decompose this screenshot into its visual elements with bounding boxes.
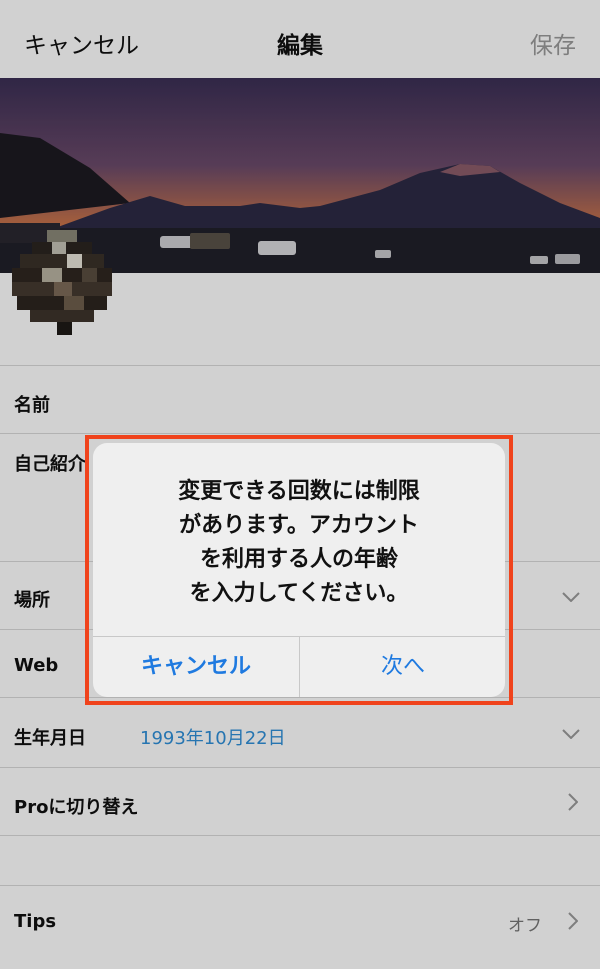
alert-cancel-button[interactable]: キャンセル — [93, 637, 299, 697]
alert-message-line: があります。アカウント — [179, 513, 419, 538]
alert-message-line: 変更できる回数には制限 — [178, 479, 420, 504]
alert-dialog: 変更できる回数には制限 があります。アカウント を利用する人の年齢 を入力してく… — [93, 443, 505, 697]
profile-edit-screen: キャンセル 編集 保存 名前 自己紹介 場所 Web 生年月日 1993年10月… — [0, 0, 600, 969]
alert-next-button[interactable]: 次へ — [300, 637, 505, 697]
alert-message: 変更できる回数には制限 があります。アカウント を利用する人の年齢 を入力してく… — [113, 475, 485, 611]
alert-message-line: を入力してください。 — [189, 581, 409, 606]
alert-message-line: を利用する人の年齢 — [199, 547, 398, 572]
